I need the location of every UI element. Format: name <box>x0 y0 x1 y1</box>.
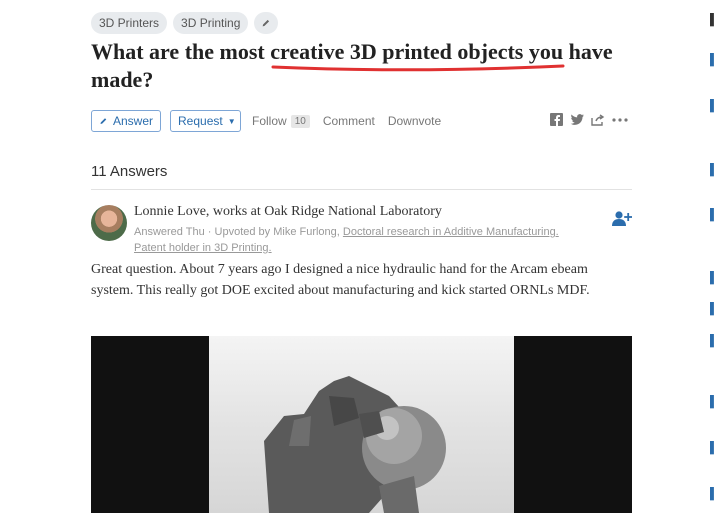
related-link[interactable]: ▌ <box>710 164 715 176</box>
follow-button[interactable]: Follow 10 <box>252 114 310 128</box>
related-questions-column: ▌ ▌ ▌ ▌ ▌ ▌ ▌ ▌ ▌ ▌ ▌ <box>710 0 715 513</box>
related-link[interactable]: ▌ <box>710 303 715 315</box>
twitter-icon[interactable] <box>570 113 584 126</box>
add-user-icon <box>612 211 633 226</box>
request-label: Request <box>178 114 223 128</box>
answer-meta: Answered Thu · Upvoted by Mike Furlong, … <box>134 224 589 256</box>
answer-label: Answer <box>112 114 153 128</box>
question-title[interactable]: What are the most creative 3D printed ob… <box>91 38 621 94</box>
related-link[interactable]: ▌ <box>710 54 715 66</box>
follow-count: 10 <box>290 114 310 128</box>
related-link[interactable]: ▌ <box>710 396 715 408</box>
avatar[interactable] <box>91 205 127 241</box>
more-icon[interactable] <box>612 117 628 122</box>
robotic-hand-image <box>209 336 514 513</box>
pencil-icon <box>263 19 270 27</box>
related-link[interactable]: ▌ <box>710 335 715 347</box>
related-header-clip: ▌ <box>710 14 715 26</box>
related-link[interactable]: ▌ <box>710 488 715 500</box>
pencil-icon <box>100 118 107 124</box>
follow-person-button[interactable] <box>612 210 633 231</box>
upvoter-credential-2[interactable]: Patent holder in 3D Printing. <box>134 242 272 254</box>
answered-date[interactable]: Answered Thu <box>134 226 205 238</box>
upvoter-credential[interactable]: Doctoral research in Additive Manufactur… <box>343 226 559 238</box>
question-actions: Answer Request ▼ Follow 10 Comment Downv… <box>91 108 632 134</box>
related-link[interactable]: ▌ <box>710 442 715 454</box>
downvote-link[interactable]: Downvote <box>388 114 441 128</box>
divider <box>91 189 632 190</box>
share-icons <box>550 113 628 126</box>
answer-text: Great question. About 7 years ago I desi… <box>91 262 590 298</box>
topic-chip-3d-printing[interactable]: 3D Printing <box>173 12 249 34</box>
request-button[interactable]: Request ▼ <box>170 110 241 132</box>
related-link[interactable]: ▌ <box>710 272 715 284</box>
related-link[interactable]: ▌ <box>710 100 715 112</box>
answer-button[interactable]: Answer <box>91 110 161 132</box>
answer-image[interactable] <box>91 336 632 513</box>
edit-topics-button[interactable] <box>254 12 279 34</box>
answers-count-header: 11 Answers <box>91 163 168 180</box>
upvoted-by[interactable]: · Upvoted by Mike Furlong, <box>205 226 343 238</box>
related-link[interactable]: ▌ <box>710 209 715 221</box>
topic-list: 3D Printers 3D Printing <box>91 12 279 34</box>
comment-link[interactable]: Comment <box>323 114 375 128</box>
facebook-icon[interactable] <box>550 113 563 126</box>
follow-label: Follow <box>252 114 287 128</box>
topic-chip-3d-printers[interactable]: 3D Printers <box>91 12 168 34</box>
chevron-down-icon: ▼ <box>227 116 236 126</box>
answer-author[interactable]: Lonnie Love, works at Oak Ridge National… <box>134 204 442 220</box>
share-icon[interactable] <box>591 113 605 126</box>
